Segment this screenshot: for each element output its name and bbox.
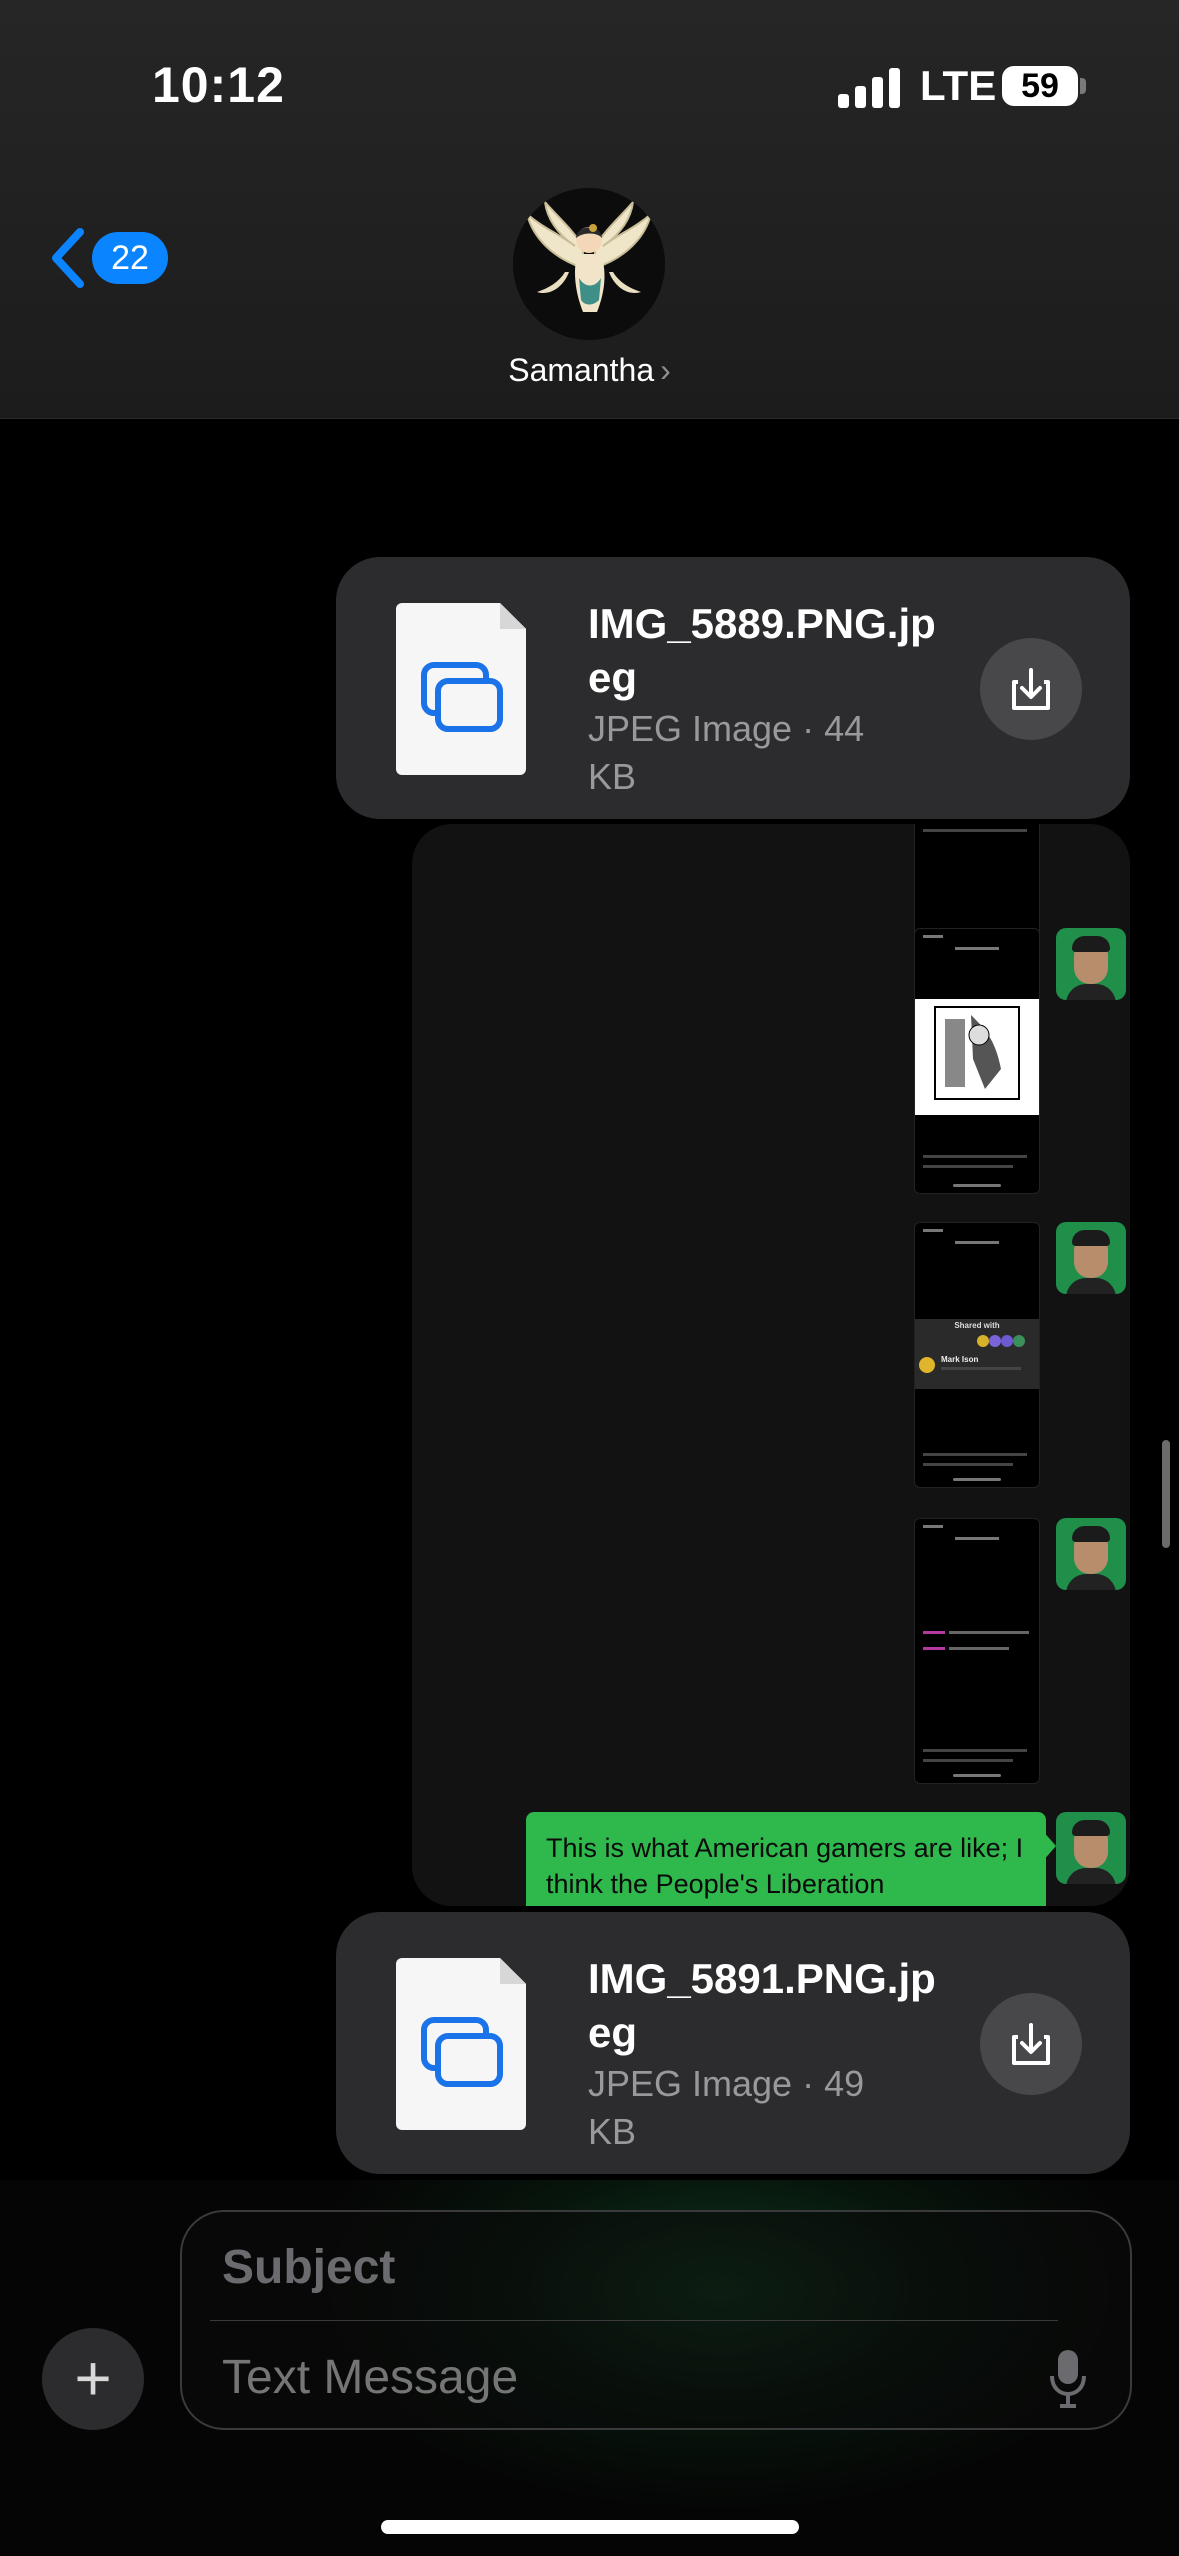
unread-count-badge: 22 (92, 232, 168, 284)
status-time: 10:12 (152, 57, 285, 113)
photos-stack-icon (421, 662, 503, 732)
winged-figure-icon (513, 188, 665, 340)
manga-image (915, 999, 1039, 1115)
status-bar: 10:12 LTE 59 (0, 0, 1179, 170)
cellular-signal-icon (838, 68, 900, 108)
bubble-tail (1042, 1830, 1056, 1862)
chevron-right-icon: › (660, 352, 671, 388)
network-type: LTE (920, 62, 997, 109)
compose-box[interactable]: Subject (180, 2210, 1132, 2430)
back-button[interactable]: 22 (48, 226, 168, 290)
sender-avatar (1056, 928, 1126, 1000)
contact-avatar[interactable] (513, 188, 665, 340)
message-text: This is what American gamers are like; I… (546, 1833, 1024, 1899)
download-icon (1012, 2023, 1050, 2065)
download-button[interactable] (980, 1993, 1082, 2095)
shared-with-label: Shared with (954, 1321, 1000, 1330)
compose-divider (210, 2320, 1058, 2321)
message-bubble: This is what American gamers are like; I… (526, 1812, 1046, 1906)
file-meta: JPEG Image · 44 KB (588, 708, 865, 797)
message-input[interactable] (222, 2350, 982, 2405)
shared-with-name: Mark Ison (941, 1355, 979, 1364)
file-name: IMG_5891.PNG.jpeg (588, 1955, 936, 2056)
compose-bar: + Subject (0, 2180, 1179, 2556)
screenshot-thumbnail (914, 1518, 1040, 1784)
screenshot-preview-card[interactable]: Shared with Mark Ison This is what Ameri… (412, 824, 1130, 1906)
battery-indicator: 59 (1002, 66, 1078, 106)
sender-avatar (1056, 1812, 1126, 1884)
document-fold (500, 1958, 526, 1984)
sender-avatar (1056, 1518, 1126, 1590)
scroll-indicator[interactable] (1162, 1440, 1170, 1548)
subject-field[interactable]: Subject (222, 2240, 395, 2295)
sender-avatar (1056, 1222, 1126, 1294)
document-fold (500, 603, 526, 629)
home-indicator[interactable] (381, 2520, 799, 2534)
download-icon (1012, 668, 1050, 710)
screenshot-thumbnail (914, 928, 1040, 1194)
contact-name-link[interactable]: Samantha › (0, 352, 1179, 389)
add-attachment-button[interactable]: + (42, 2328, 144, 2430)
microphone-icon[interactable] (1048, 2348, 1088, 2408)
chevron-left-icon (52, 228, 84, 288)
plus-icon: + (74, 2342, 112, 2414)
file-name: IMG_5889.PNG.jpeg (588, 600, 936, 701)
file-attachment-bubble[interactable]: IMG_5891.PNG.jpeg JPEG Image · 49 KB (336, 1912, 1130, 2174)
screenshot-thumbnail: Shared with Mark Ison (914, 1222, 1040, 1488)
file-attachment-bubble[interactable]: IMG_5889.PNG.jpeg JPEG Image · 44 KB (336, 557, 1130, 819)
battery-tip (1080, 78, 1086, 94)
photos-stack-icon (421, 2017, 503, 2087)
file-meta: JPEG Image · 49 KB (588, 2063, 865, 2152)
download-button[interactable] (980, 638, 1082, 740)
contact-name-text: Samantha (508, 352, 655, 388)
